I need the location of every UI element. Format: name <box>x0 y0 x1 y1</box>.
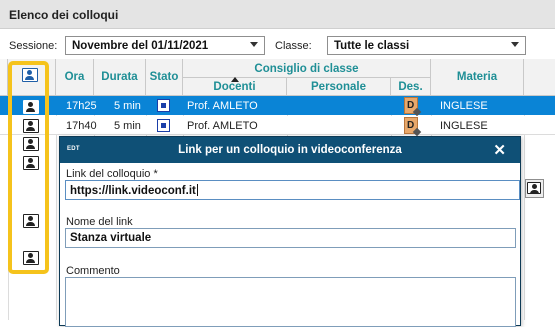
videoconference-icon <box>22 68 38 82</box>
header-stato[interactable]: Stato <box>146 59 183 96</box>
table-row[interactable]: 17h40 5 min Prof. AMLETO D INGLESE <box>0 116 555 137</box>
status-icon[interactable] <box>157 99 170 112</box>
header-des[interactable]: Des. <box>391 78 431 96</box>
session-select-value: Novembre del 01/11/2021 <box>72 40 209 52</box>
class-label: Classe: <box>275 40 312 52</box>
header-materia[interactable]: Materia <box>431 59 524 96</box>
link-name-label: Nome del link <box>66 216 133 228</box>
cell-durata: 5 min <box>114 120 141 132</box>
close-icon[interactable]: ✕ <box>493 141 506 159</box>
filters-bar: Sessione: Novembre del 01/11/2021 Classe… <box>0 34 555 56</box>
videoconference-icon[interactable] <box>23 100 39 114</box>
videoconference-icon[interactable] <box>23 214 39 228</box>
header-personale[interactable]: Personale <box>287 78 391 96</box>
sort-up-icon <box>231 77 239 82</box>
videoconference-link-dialog: EDT Link per un colloquio in videoconfer… <box>59 136 544 327</box>
cell-ora: 17h40 <box>66 120 97 132</box>
open-link-button[interactable] <box>525 179 544 198</box>
text-caret <box>196 184 198 196</box>
chevron-down-icon <box>250 42 258 47</box>
header-docenti-label: Docenti <box>213 81 256 93</box>
header-ora[interactable]: Ora <box>56 59 94 96</box>
link-input[interactable]: https://link.videoconf.it <box>65 180 520 200</box>
designation-icon-letter: D <box>407 120 415 131</box>
cell-docente: Prof. AMLETO <box>187 100 258 112</box>
cell-docente: Prof. AMLETO <box>187 120 258 132</box>
cell-materia: INGLESE <box>440 120 488 132</box>
videoconference-icon[interactable] <box>23 137 39 151</box>
videoconference-icon <box>527 182 541 194</box>
cell-durata: 5 min <box>114 100 141 112</box>
link-input-value: https://link.videoconf.it <box>70 185 196 197</box>
header-video-column[interactable] <box>8 59 56 96</box>
pen-icon <box>412 107 422 117</box>
session-select[interactable]: Novembre del 01/11/2021 <box>65 36 265 55</box>
comment-label: Commento <box>66 265 120 277</box>
chevron-down-icon <box>511 42 519 47</box>
header-durata[interactable]: Durata <box>94 59 146 96</box>
videoconference-icon[interactable] <box>23 119 39 133</box>
link-name-input-value: Stanza virtuale <box>70 232 152 244</box>
dialog-header: EDT Link per un colloquio in videoconfer… <box>60 137 520 163</box>
videoconference-icon[interactable] <box>23 156 39 170</box>
class-select-value: Tutte le classi <box>334 40 410 52</box>
designation-icon[interactable]: D <box>404 117 422 137</box>
pen-icon <box>412 127 422 137</box>
header-consiglio-di-classe: Consiglio di classe <box>183 59 431 78</box>
link-name-input[interactable]: Stanza virtuale <box>65 228 516 248</box>
class-select[interactable]: Tutte le classi <box>327 36 526 55</box>
table-row[interactable]: 17h25 5 min Prof. AMLETO D INGLESE <box>0 96 555 117</box>
cell-materia: INGLESE <box>440 100 488 112</box>
link-label: Link del colloquio * <box>66 168 158 180</box>
status-icon[interactable] <box>157 119 170 132</box>
window-title: Elenco dei colloqui <box>0 0 555 29</box>
session-label: Sessione: <box>9 40 58 52</box>
videoconference-icon[interactable] <box>23 251 39 265</box>
cell-ora: 17h25 <box>66 100 97 112</box>
header-filler <box>524 59 555 96</box>
designation-icon-letter: D <box>407 100 415 111</box>
designation-icon[interactable]: D <box>404 97 422 117</box>
header-docenti[interactable]: Docenti <box>183 77 287 96</box>
table-corner <box>0 59 8 96</box>
dialog-title: Link per un colloquio in videoconferenza <box>178 144 402 156</box>
